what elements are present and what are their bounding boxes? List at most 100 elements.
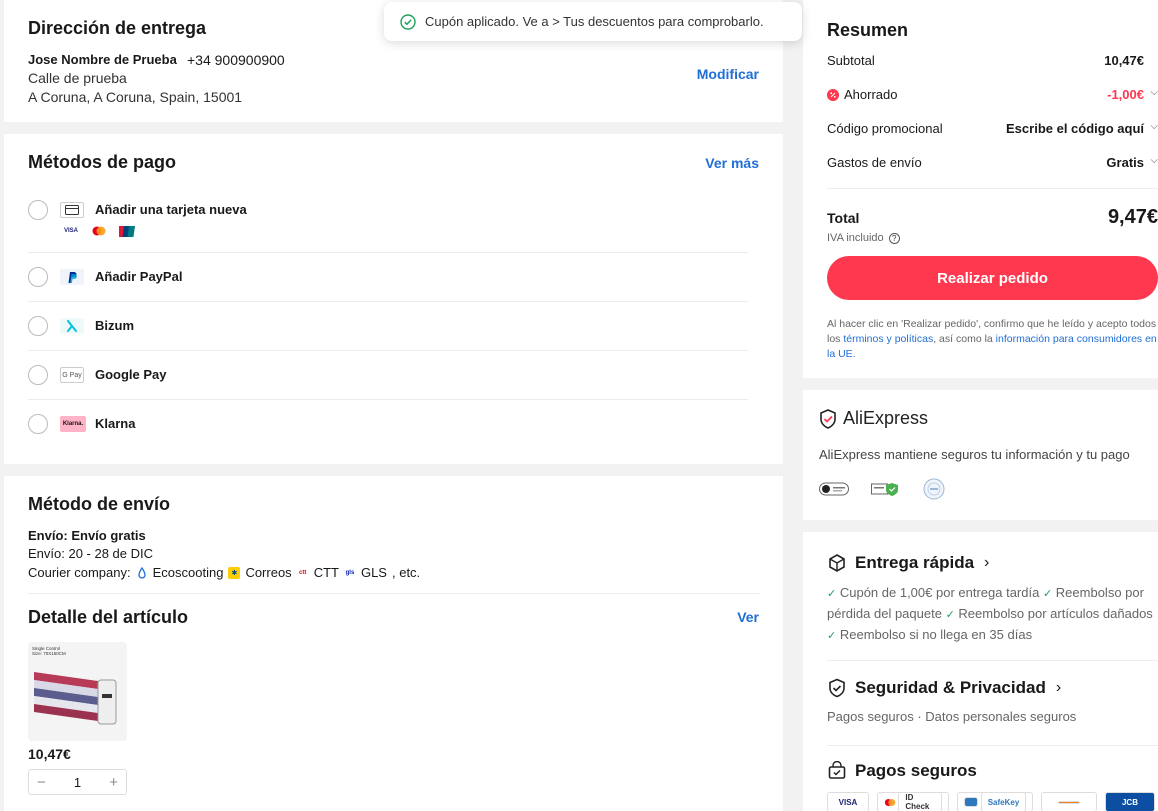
recipient-name: Jose Nombre de Prueba — [28, 52, 177, 67]
subtotal-label: Subtotal — [827, 53, 875, 68]
ecoscooting-icon — [136, 566, 148, 579]
modify-address-link[interactable]: Modificar — [697, 66, 759, 82]
benefits-card: Entrega rápida › ✓ Cupón de 1,00€ por en… — [803, 532, 1158, 811]
mastercard-idcheck-icon: ID Check — [877, 792, 949, 811]
correos-icon: ✱ — [228, 566, 241, 579]
visa-icon: VISA — [63, 228, 78, 234]
help-icon[interactable]: ? — [888, 232, 900, 244]
address-line-2: A Coruna, A Coruna, Spain, 15001 — [28, 89, 243, 105]
saved-label: Ahorrado — [844, 87, 898, 102]
security-privacy-desc: Pagos seguros · Datos personales seguros — [827, 709, 1077, 724]
check-icon: ✓ — [827, 630, 837, 642]
order-summary-card: Resumen Subtotal 10,47€ Ahorrado -1,00€ … — [803, 0, 1158, 378]
shield-check-icon — [829, 678, 845, 698]
payment-option-googlepay[interactable]: G Pay Google Pay — [28, 351, 748, 400]
total-label: Total — [827, 210, 860, 226]
chevron-right-icon[interactable]: › — [1056, 679, 1061, 697]
jcb-icon: JCB — [1105, 792, 1155, 811]
delivery-address-title: Dirección de entrega — [28, 18, 207, 38]
payment-radio[interactable] — [28, 200, 48, 220]
visa-secure-icon: VISA — [827, 792, 869, 811]
payment-methods-title: Métodos de pago — [28, 152, 176, 172]
item-detail-title: Detalle del artículo — [28, 607, 189, 627]
payment-option-bizum[interactable]: Bizum — [28, 302, 748, 351]
promo-code-label: Código promocional — [827, 121, 943, 136]
privacy-badge-icon — [871, 483, 898, 496]
product-image[interactable]: Single Control Size: 70X150CM — [28, 642, 127, 741]
promo-code-input[interactable]: Escribe el código aquí — [1006, 121, 1144, 136]
aliexpress-trust-card: AliExpress AliExpress mantiene seguros t… — [803, 390, 1158, 520]
saved-row[interactable]: Ahorrado -1,00€ ⌵ — [827, 87, 1158, 105]
recipient-phone: +34 900900900 — [187, 52, 285, 68]
discover-protectbuy-icon — [1041, 792, 1097, 811]
secure-payments-title: Pagos seguros — [855, 761, 977, 780]
check-circle-icon — [400, 13, 416, 30]
payment-radio[interactable] — [28, 414, 48, 434]
bizum-icon — [60, 318, 84, 334]
see-item-link[interactable]: Ver — [737, 609, 759, 625]
klarna-icon: Klarna. — [60, 416, 86, 432]
secure-wallet-icon — [828, 761, 846, 779]
chevron-down-icon[interactable]: ⌵ — [1150, 121, 1158, 132]
courier-suffix: , etc. — [391, 565, 421, 580]
divider — [827, 660, 1158, 661]
quantity-value[interactable]: 1 — [74, 775, 81, 790]
terms-link[interactable]: términos y políticas — [843, 333, 933, 345]
promo-code-row[interactable]: Código promocional Escribe el código aqu… — [827, 121, 1158, 139]
courier-name: CTT — [313, 565, 339, 580]
aliexpress-security-desc: AliExpress mantiene seguros tu informaci… — [819, 447, 1130, 462]
payment-option-card[interactable]: Añadir una tarjeta nueva VISA — [28, 198, 748, 253]
payment-option-paypal[interactable]: Añadir PayPal — [28, 253, 748, 302]
paypal-icon — [60, 269, 84, 285]
payment-marks: VISA ID Check SafeKey JCB — [827, 792, 1155, 811]
credit-card-icon — [60, 202, 84, 218]
legal-notice: Al hacer clic en 'Realizar pedido', conf… — [827, 318, 1157, 360]
certification-seal-icon — [923, 478, 945, 500]
vat-label: IVA incluido — [827, 232, 884, 244]
quantity-stepper: − 1 + — [28, 769, 127, 795]
courier-name: GLS — [360, 565, 387, 580]
fast-delivery-title: Entrega rápida — [855, 553, 975, 572]
payment-radio[interactable] — [28, 267, 48, 287]
subtotal-value: 10,47€ — [1104, 53, 1144, 68]
gls-icon: gls — [345, 569, 355, 576]
increase-quantity-button[interactable]: + — [109, 774, 118, 791]
vat-included: IVA incluido ? — [827, 232, 900, 244]
shipping-method-title: Método de envío — [28, 494, 171, 514]
security-privacy-header[interactable]: Seguridad & Privacidad › — [827, 678, 1061, 698]
aliexpress-brand-name: AliExpress — [843, 408, 929, 428]
google-pay-icon: G Pay — [60, 367, 84, 383]
check-icon: ✓ — [945, 609, 955, 621]
shipping-dates: Envío: 20 - 28 de DIC — [28, 546, 154, 561]
payment-radio[interactable] — [28, 316, 48, 336]
shipping-method-name: Envío: Envío gratis — [28, 528, 146, 543]
fast-delivery-header[interactable]: Entrega rápida › — [827, 553, 989, 573]
aliexpress-brand: AliExpress — [819, 408, 928, 429]
payment-option-label: Añadir PayPal — [95, 269, 183, 284]
payment-option-klarna[interactable]: Klarna. Klarna — [28, 400, 748, 449]
check-icon: ✓ — [827, 588, 837, 600]
amex-safekey-icon: SafeKey — [957, 792, 1033, 811]
divider — [827, 745, 1158, 746]
divider — [28, 593, 760, 594]
fast-delivery-desc: ✓ Cupón de 1,00€ por entrega tardía ✓ Re… — [827, 585, 1153, 642]
shipping-method-card: Método de envío Envío: Envío gratis Enví… — [4, 476, 783, 811]
place-order-button[interactable]: Realizar pedido — [827, 256, 1158, 300]
courier-label: Courier company: — [28, 565, 131, 580]
see-more-payments-link[interactable]: Ver más — [705, 155, 759, 171]
decrease-quantity-button[interactable]: − — [37, 774, 46, 791]
chevron-down-icon[interactable]: ⌵ — [1150, 155, 1158, 166]
courier-name: Correos — [245, 565, 292, 580]
shield-check-icon — [820, 408, 836, 429]
card-brands: VISA — [60, 224, 138, 238]
mastercard-icon — [88, 224, 110, 238]
chevron-down-icon[interactable]: ⌵ — [1150, 87, 1158, 98]
ctt-icon: ctt — [299, 569, 307, 576]
divider — [827, 188, 1158, 189]
item-price: 10,47€ — [28, 746, 71, 762]
box-icon — [829, 554, 845, 572]
unionpay-icon — [116, 224, 138, 238]
shipping-cost-row[interactable]: Gastos de envío Gratis ⌵ — [827, 155, 1158, 173]
chevron-right-icon[interactable]: › — [984, 554, 989, 572]
payment-radio[interactable] — [28, 365, 48, 385]
